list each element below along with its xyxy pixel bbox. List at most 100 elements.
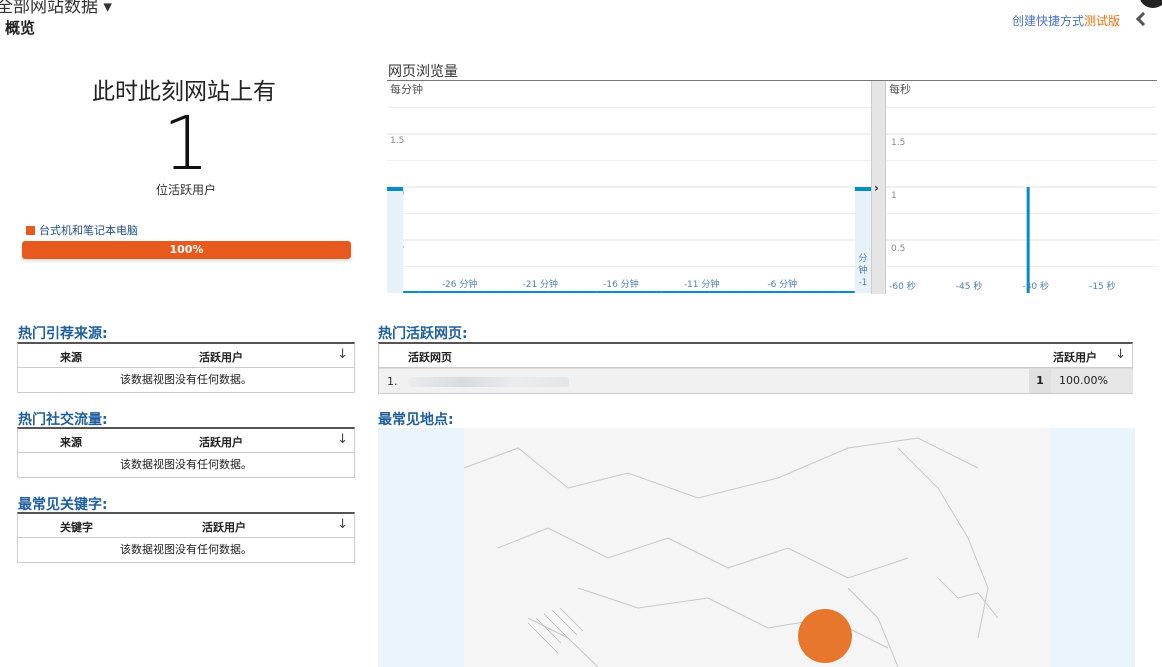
- keywords-table: 关键字 活跃用户 ↓ 该数据视图没有任何数据。: [17, 512, 355, 563]
- social-table: 来源 活跃用户 ↓ 该数据视图没有任何数据。: [17, 427, 355, 478]
- beta-badge: 测试版: [1083, 14, 1120, 28]
- active-pages-title: 热门活跃网页:: [378, 326, 468, 342]
- keywords-title: 最常见关键字:: [18, 497, 108, 513]
- x-tick-label: -11 分钟: [684, 278, 720, 290]
- collapse-icon[interactable]: [1135, 11, 1151, 27]
- x-tick-label: -15 秒: [1089, 280, 1116, 292]
- avatar[interactable]: [1140, 0, 1162, 8]
- bar: [661, 291, 678, 293]
- arrow-down-icon[interactable]: ↓: [337, 347, 348, 362]
- map-border: [497, 527, 909, 579]
- bar: [483, 291, 500, 293]
- social-title: 热门社交流量:: [18, 412, 108, 428]
- map-border: [897, 447, 989, 639]
- locations-map[interactable]: [378, 428, 1135, 667]
- empty-message: 该数据视图没有任何数据。: [120, 458, 252, 471]
- bar: [758, 291, 775, 293]
- bar-top: [854, 187, 871, 191]
- table-row[interactable]: 1. 1 100.00%: [379, 368, 1133, 393]
- device-share-bar[interactable]: 100%: [22, 241, 351, 259]
- map-borders-svg: [463, 437, 999, 667]
- x-tick-label: -16 分钟: [603, 278, 639, 290]
- x-tick-label: -1: [858, 278, 867, 288]
- bar: [580, 291, 597, 293]
- table-header: 关键字 活跃用户 ↓: [18, 514, 354, 538]
- create-shortcut-link[interactable]: 创建快捷方式测试版: [1012, 12, 1120, 29]
- redacted-page-path[interactable]: [409, 377, 569, 387]
- active-user-label: 位活跃用户: [155, 183, 216, 197]
- pageviews-title: 网页浏览量: [388, 64, 458, 80]
- y-tick-label: 1.5: [390, 136, 404, 146]
- x-tick-unit-1: 分: [858, 253, 867, 264]
- x-tick-label: -6 分钟: [767, 278, 797, 290]
- chevron-right-icon[interactable]: ›: [874, 181, 879, 195]
- map-border: [847, 587, 899, 667]
- bar-fill: [387, 191, 404, 293]
- y-tick-label: 1: [891, 191, 897, 201]
- table-header: 来源 活跃用户 ↓: [18, 429, 354, 453]
- page-title: 概览: [5, 19, 36, 37]
- col-keyword[interactable]: 关键字: [60, 519, 93, 535]
- bar: [451, 291, 468, 293]
- bar: [419, 291, 436, 293]
- pageviews-per-second-chart: 每秒 1.5 1 0.5 -60 秒 -45 秒 -30 秒 -15 秒: [886, 81, 1157, 294]
- bar: [499, 291, 517, 293]
- map-border: [463, 437, 979, 499]
- bar: [435, 291, 452, 293]
- pageviews-per-minute-chart: 每分钟1.51.00.5-26 分钟-21 分钟-16 分钟-11 分钟-6 分…: [387, 81, 871, 294]
- table-header: 来源 活跃用户 ↓: [18, 344, 354, 368]
- device-legend-label: 台式机和笔记本电脑: [39, 224, 138, 237]
- bar: [725, 291, 742, 293]
- bar: [645, 291, 662, 293]
- col-active-users[interactable]: 活跃用户: [199, 434, 243, 450]
- map-border: [527, 617, 599, 667]
- per-second-svg: 每秒 1.5 1 0.5 -60 秒 -45 秒 -30 秒 -15 秒: [886, 82, 1157, 293]
- bar: [1026, 187, 1030, 293]
- bar: [693, 291, 710, 293]
- per-minute-svg: 每分钟1.51.00.5-26 分钟-21 分钟-16 分钟-11 分钟-6 分…: [387, 82, 871, 293]
- y-tick-label: 1.5: [891, 138, 905, 148]
- arrow-down-icon[interactable]: ↓: [1115, 347, 1126, 362]
- bar-top: [387, 187, 404, 191]
- table-header: 活跃网页 活跃用户 ↓: [379, 344, 1132, 368]
- map-border: [937, 577, 999, 619]
- bar: [516, 291, 533, 293]
- bar: [629, 291, 646, 293]
- col-active-users[interactable]: 活跃用户: [199, 349, 243, 365]
- bar: [709, 291, 726, 293]
- bar: [822, 291, 839, 293]
- bar: [548, 291, 565, 293]
- location-marker[interactable]: [798, 609, 852, 663]
- device-legend: 台式机和笔记本电脑: [26, 222, 138, 238]
- col-active-users[interactable]: 活跃用户: [202, 519, 246, 535]
- x-tick-label: -26 分钟: [442, 278, 478, 290]
- arrow-down-icon[interactable]: ↓: [337, 432, 348, 447]
- arrow-down-icon[interactable]: ↓: [337, 517, 348, 532]
- col-source[interactable]: 来源: [60, 434, 82, 450]
- bar: [596, 291, 613, 293]
- bar: [774, 291, 791, 293]
- x-tick-unit-2: 钟: [858, 264, 867, 276]
- row-count: 1: [1029, 369, 1051, 393]
- empty-message: 该数据视图没有任何数据。: [120, 373, 252, 386]
- breadcrumb[interactable]: 全部网站数据 ▾: [0, 0, 112, 17]
- col-active-page[interactable]: 活跃网页: [408, 349, 452, 365]
- per-second-label: 每秒: [889, 82, 911, 96]
- active-user-count: 1: [162, 101, 210, 187]
- bar: [677, 291, 694, 293]
- row-percent: 100.00%: [1051, 369, 1133, 393]
- bar: [467, 291, 484, 293]
- bar: [612, 291, 629, 293]
- col-active-users[interactable]: 活跃用户: [1053, 349, 1097, 365]
- x-tick-label: -45 秒: [956, 280, 983, 292]
- device-share-label: 100%: [169, 243, 204, 256]
- x-tick-label: -21 分钟: [522, 278, 558, 290]
- chart-splitter[interactable]: ›: [871, 81, 886, 294]
- bar: [564, 291, 581, 293]
- bar: [403, 291, 420, 293]
- bar: [806, 291, 823, 293]
- col-source[interactable]: 来源: [60, 349, 82, 365]
- row-index: 1.: [387, 375, 398, 388]
- referrals-title: 热门引荐来源:: [18, 326, 108, 342]
- bar: [838, 291, 855, 293]
